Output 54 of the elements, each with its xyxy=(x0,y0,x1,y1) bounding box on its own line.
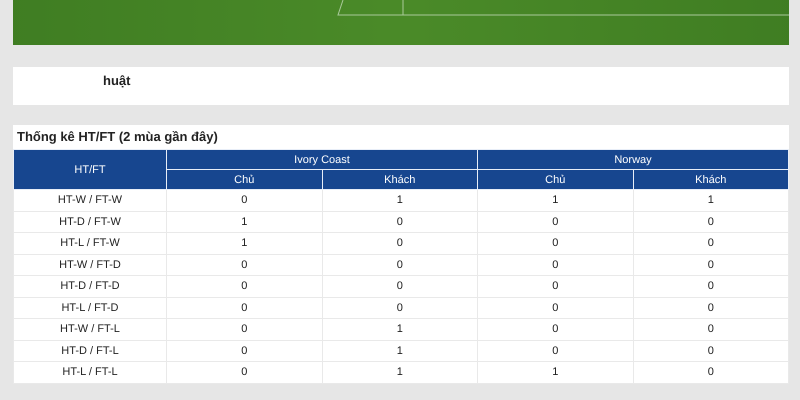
table-cell: 0 xyxy=(633,211,788,232)
table-cell: 1 xyxy=(633,190,788,211)
table-cell: 0 xyxy=(166,276,322,297)
table-cell: 0 xyxy=(322,254,478,276)
table-cell: 0 xyxy=(166,318,322,340)
table-cell: 0 xyxy=(478,211,633,232)
row-label: HT-D / FT-D xyxy=(14,276,166,297)
table-cell: 0 xyxy=(322,232,478,254)
row-label: HT-W / FT-L xyxy=(14,318,166,340)
row-label: HT-W / FT-W xyxy=(14,190,166,211)
team-header: Norway xyxy=(478,150,788,170)
table-cell: 0 xyxy=(633,318,788,340)
table-cell: 0 xyxy=(478,276,633,297)
table-cell: 0 xyxy=(633,254,788,276)
table-cell: 0 xyxy=(478,297,633,318)
table-cell: 0 xyxy=(633,340,788,362)
panel-title: Thống kê HT/FT (2 mùa gần đây) xyxy=(16,128,219,146)
row-label: HT-L / FT-D xyxy=(14,297,166,318)
table-cell: 0 xyxy=(478,232,633,254)
table-cell: 0 xyxy=(166,362,322,383)
table-cell: 1 xyxy=(166,211,322,232)
row-label: HT-W / FT-D xyxy=(14,254,166,276)
header-cell: Chủ xyxy=(478,170,633,190)
table-cell: 0 xyxy=(166,340,322,362)
table-cell: 0 xyxy=(166,297,322,318)
table-cell: 0 xyxy=(322,276,478,297)
table-cell: 0 xyxy=(633,232,788,254)
table-cell: 0 xyxy=(633,297,788,318)
table-cell: 0 xyxy=(166,254,322,276)
team-header: Ivory Coast xyxy=(166,150,478,170)
table-cell: 1 xyxy=(478,190,633,211)
table-cell: 1 xyxy=(322,190,478,211)
table-cell: 0 xyxy=(633,276,788,297)
table-cell: 1 xyxy=(322,362,478,383)
table-cell: 0 xyxy=(322,297,478,318)
table-cell: 0 xyxy=(478,254,633,276)
header-cell: Chủ xyxy=(166,170,322,190)
row-label: HT-D / FT-L xyxy=(14,340,166,362)
table-cell: 0 xyxy=(166,190,322,211)
table-cell: 1 xyxy=(478,362,633,383)
table-cell: 1 xyxy=(322,340,478,362)
header-cell: Khách xyxy=(633,170,788,190)
header-cell: HT/FT xyxy=(14,150,166,190)
row-label: HT-L / FT-L xyxy=(14,362,166,383)
table-cell: 1 xyxy=(322,318,478,340)
row-label: HT-D / FT-W xyxy=(14,211,166,232)
table-cell: 0 xyxy=(633,362,788,383)
table-cell: 0 xyxy=(478,318,633,340)
header-cell: Khách xyxy=(322,170,478,190)
table-cell: 1 xyxy=(166,232,322,254)
table-cell: 0 xyxy=(322,211,478,232)
row-label: HT-L / FT-W xyxy=(14,232,166,254)
section-title: huật xyxy=(103,73,130,88)
table-cell: 0 xyxy=(478,340,633,362)
